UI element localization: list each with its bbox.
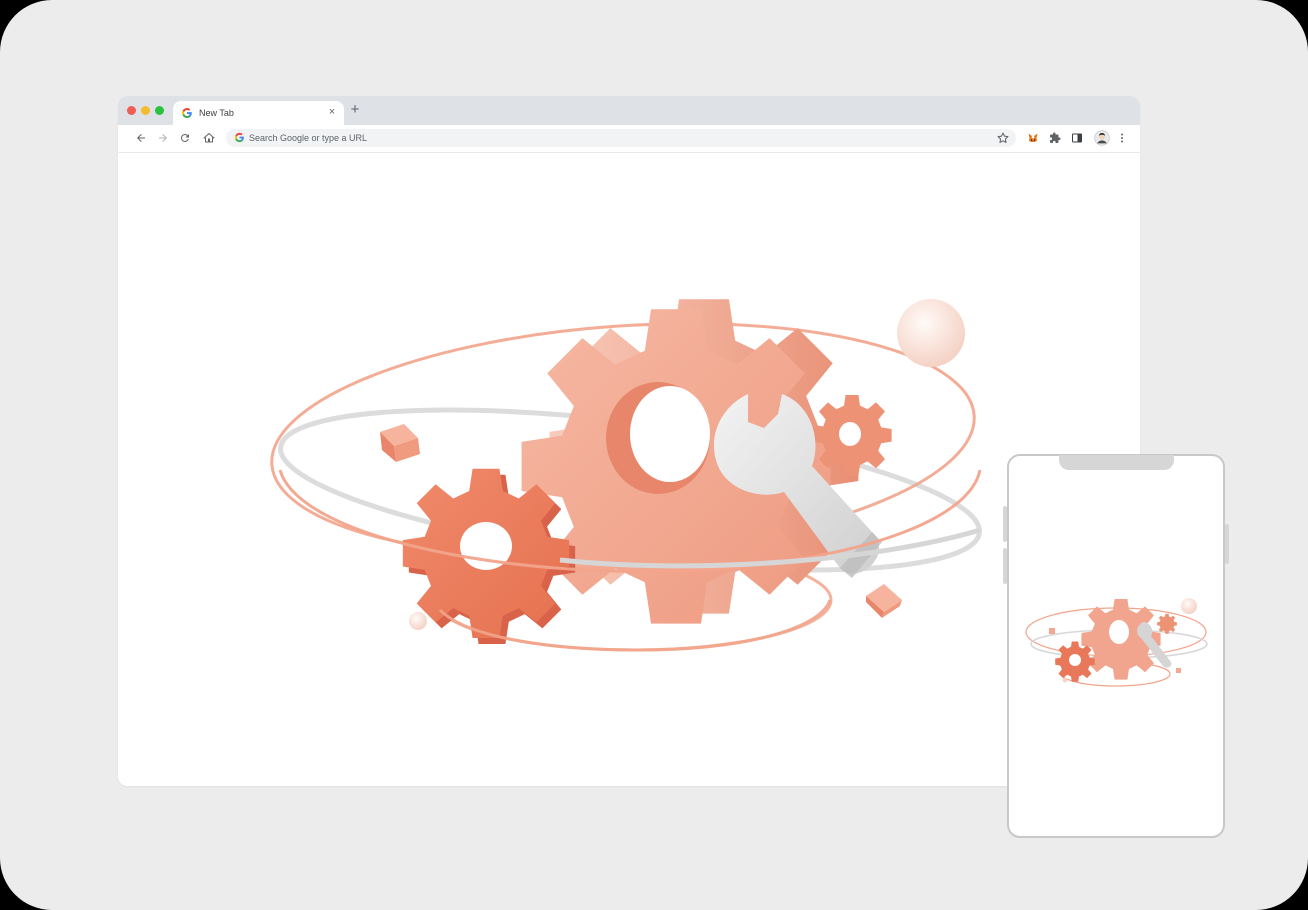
tab-new-tab[interactable]: New Tab × <box>173 101 344 125</box>
side-panel-button[interactable] <box>1070 131 1084 145</box>
window-close-button[interactable] <box>127 106 136 115</box>
phone-volume-up-button <box>1003 506 1007 542</box>
home-icon <box>203 133 215 143</box>
star-icon[interactable] <box>996 131 1010 145</box>
forward-button[interactable] <box>156 131 170 145</box>
metamask-fox-icon <box>1028 133 1038 142</box>
window-maximize-button[interactable] <box>155 106 164 115</box>
window-minimize-button[interactable] <box>141 106 150 115</box>
tab-title: New Tab <box>199 108 234 118</box>
puzzle-icon <box>1050 132 1061 143</box>
tab-strip: New Tab × + <box>118 96 1140 125</box>
phone-notch <box>1059 455 1174 470</box>
back-button[interactable] <box>134 131 148 145</box>
phone-mockup <box>1003 454 1229 838</box>
browser-menu-button[interactable] <box>1115 131 1129 145</box>
arrow-left-icon <box>137 134 145 142</box>
profile-button[interactable] <box>1094 130 1110 146</box>
presentation-frame: New Tab × + Search Google or type a URL <box>0 0 1308 910</box>
phone-power-button <box>1225 524 1229 564</box>
avatar-icon <box>1094 130 1110 146</box>
phone-volume-down-button <box>1003 548 1007 584</box>
phone-gears-illustration <box>1025 598 1208 687</box>
browser-toolbar: Search Google or type a URL <box>118 125 1140 153</box>
home-button[interactable] <box>202 131 216 145</box>
address-bar-placeholder: Search Google or type a URL <box>249 133 368 143</box>
tab-close-icon[interactable]: × <box>326 105 338 119</box>
address-bar[interactable]: Search Google or type a URL <box>226 129 1016 147</box>
page-content <box>118 153 1140 786</box>
extensions-button[interactable] <box>1048 131 1062 145</box>
arrow-right-icon <box>159 134 167 142</box>
reload-icon <box>180 134 189 143</box>
side-panel-icon <box>1072 133 1082 143</box>
google-icon <box>182 108 192 118</box>
new-tab-button[interactable]: + <box>347 102 363 118</box>
google-icon <box>234 132 244 143</box>
metamask-extension-button[interactable] <box>1026 131 1040 145</box>
kebab-menu-icon <box>1121 133 1123 143</box>
browser-window: New Tab × + Search Google or type a URL <box>118 96 1140 786</box>
reload-button[interactable] <box>178 131 192 145</box>
